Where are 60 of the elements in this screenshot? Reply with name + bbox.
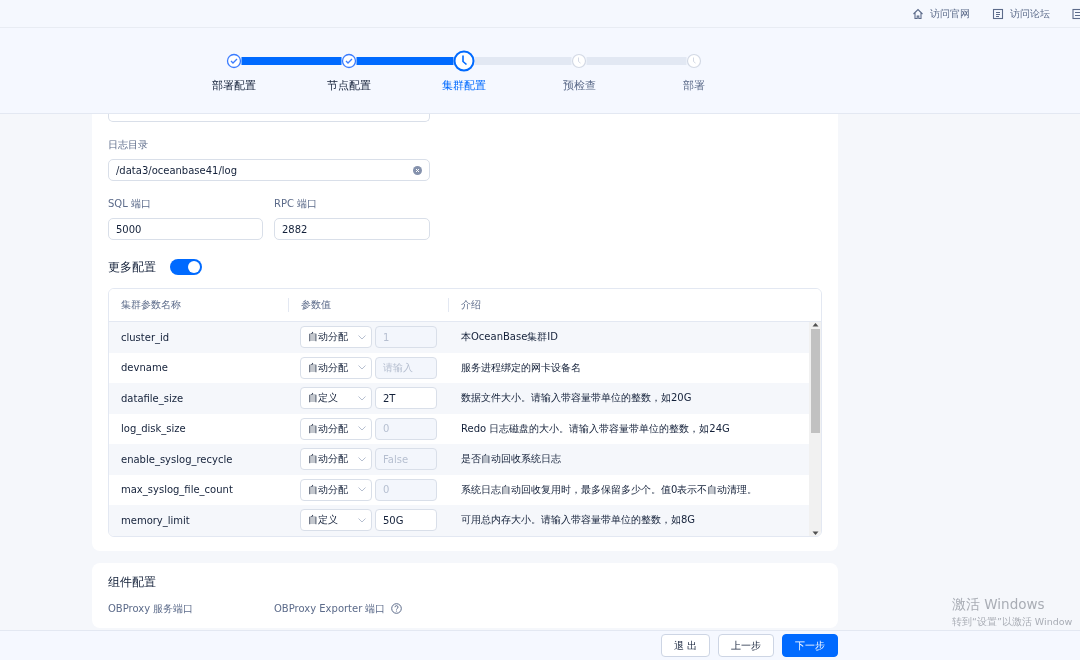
action-button[interactable]: 退 出 (660, 634, 710, 657)
arrow-up-icon[interactable] (811, 322, 819, 327)
param-name: datafile_size (120, 392, 185, 404)
param-description: 系统日志自动回收复用时，最多保留多少个。值0表示不自动清理。 (460, 482, 759, 497)
chevron-icon (358, 426, 366, 432)
value-input[interactable]: 50G (375, 509, 437, 532)
field-label: OBProxy 服务端口 (108, 601, 194, 616)
input-field[interactable] (108, 114, 430, 122)
arrow-down-icon[interactable] (811, 530, 819, 536)
field-label: OBProxy Exporter 端口 (274, 601, 386, 616)
column-header: 集群参数名称 (109, 298, 289, 312)
step-label: 部署 (682, 79, 706, 93)
clear-icon[interactable] (413, 165, 422, 175)
param-name: memory_limit (120, 514, 191, 526)
chevron-icon (358, 517, 366, 523)
param-name: log_disk_size (120, 423, 187, 435)
help-icon[interactable] (391, 603, 403, 614)
param-name: max_syslog_file_count (120, 484, 234, 496)
activation-subtitle: 转到“设置”以激活 Window (952, 616, 1074, 629)
toggle-switch[interactable] (170, 259, 202, 275)
top-link[interactable]: 访问官网 (912, 6, 970, 21)
param-description: Redo 日志磁盘的大小。请输入带容量带单位的整数，如24G (460, 421, 731, 436)
input-field[interactable]: 2882 (274, 218, 430, 240)
field-label: 日志目录 (108, 138, 149, 152)
document-icon (992, 7, 1004, 20)
param-description: 可用总内存大小。请输入带容量带单位的整数，如8G (460, 513, 697, 528)
value-input[interactable]: 2T (375, 387, 437, 410)
chevron-icon (358, 395, 366, 401)
activation-title: 激活 Windows (952, 596, 1046, 614)
param-name: devname (120, 362, 169, 374)
param-name: cluster_id (120, 331, 171, 343)
step-label: 集群配置 (441, 79, 487, 93)
param-description: 本OceanBase集群ID (460, 330, 559, 345)
step-label: 节点配置 (326, 79, 372, 93)
param-description: 数据文件大小。请输入带容量带单位的整数，如20G (460, 391, 693, 406)
toggle-label: 更多配置 (108, 259, 156, 275)
chevron-icon (358, 487, 366, 493)
input-field[interactable]: 5000 (108, 218, 263, 240)
column-header: 参数值 (289, 298, 449, 312)
home-icon (912, 7, 924, 20)
column-header: 介绍 (460, 298, 482, 312)
top-link[interactable]: 访问论坛 (992, 6, 1050, 21)
action-button[interactable]: 上一步 (718, 634, 774, 657)
chevron-icon (358, 456, 366, 462)
menu-icon[interactable] (1072, 7, 1080, 20)
mode-select[interactable]: 自定义 (300, 387, 372, 410)
step-label: 部署配置 (211, 79, 257, 93)
param-description: 服务进程绑定的网卡设备名 (460, 360, 582, 375)
chevron-icon (358, 334, 366, 340)
step-label: 预检查 (561, 79, 597, 93)
param-description: 是否自动回收系统日志 (460, 452, 562, 467)
input-field[interactable]: /data3/oceanbase41/log (108, 159, 430, 181)
field-label: RPC 端口 (274, 197, 319, 211)
mode-select[interactable]: 自定义 (300, 509, 372, 532)
action-button[interactable]: 下一步 (782, 634, 838, 657)
chevron-icon (358, 365, 366, 371)
section-title: 组件配置 (108, 574, 157, 590)
scrollbar[interactable] (809, 322, 821, 536)
field-label: SQL 端口 (108, 197, 152, 211)
param-name: enable_syslog_recycle (120, 453, 234, 465)
